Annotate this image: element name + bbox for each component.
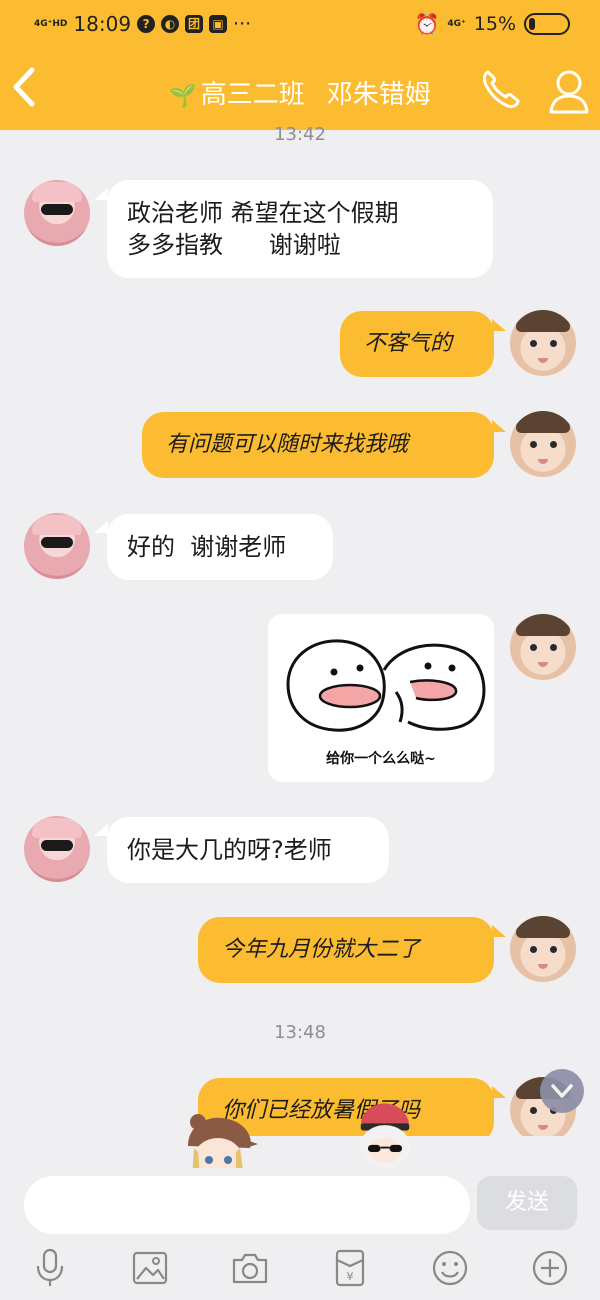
message-timestamp: 13:42 <box>274 124 326 145</box>
network-indicator: 4G⁺HD <box>34 18 68 29</box>
my-avatar[interactable] <box>510 411 576 477</box>
sticker-caption: 给你一个么么哒~ <box>326 751 436 767</box>
message-input[interactable] <box>24 1176 470 1234</box>
my-avatar[interactable] <box>510 614 576 680</box>
my-avatar[interactable] <box>510 916 576 982</box>
bubble-tail <box>94 824 108 836</box>
camera-icon[interactable] <box>228 1246 272 1290</box>
chat-header: 🌱 高三二班 邓朱错姆 <box>0 46 600 130</box>
help-circle-icon: ? <box>137 15 156 33</box>
incoming-message-bubble[interactable]: 政治老师 希望在这个假期 多多指教 谢谢啦 <box>107 180 493 278</box>
bubble-tail <box>94 188 108 200</box>
compass-icon: ◐ <box>161 15 180 33</box>
network-indicator-right: 4G⁺ <box>447 18 466 29</box>
tuan-icon: 团 <box>185 15 204 33</box>
message-clip: 你们已经放暑假了吗 <box>0 1060 600 1136</box>
scroll-to-bottom-button[interactable] <box>540 1069 584 1113</box>
sprout-icon: 🌱 <box>169 84 197 109</box>
bubble-tail <box>492 925 506 937</box>
svg-text:¥: ¥ <box>347 1270 354 1283</box>
status-time: 18:09 <box>73 12 132 36</box>
image-icon[interactable] <box>128 1246 172 1290</box>
status-bar: 4G⁺HD 18:09 ? ◐ 团 ▣ ··· ⏰ 4G⁺ 15% <box>0 0 600 46</box>
red-packet-icon[interactable]: ¥ <box>328 1246 372 1290</box>
teacher-avatar[interactable] <box>24 816 90 882</box>
outgoing-message-bubble[interactable]: 有问题可以随时来找我哦 <box>142 412 494 478</box>
my-avatar[interactable] <box>510 310 576 376</box>
teacher-avatar[interactable] <box>24 513 90 579</box>
microphone-icon[interactable] <box>28 1246 72 1290</box>
battery-percent: 15% <box>473 13 516 35</box>
incoming-message-bubble[interactable]: 你是大几的呀?老师 <box>107 817 389 883</box>
incoming-message-bubble[interactable]: 好的 谢谢老师 <box>107 514 333 580</box>
message-timestamp: 13:48 <box>274 1022 326 1043</box>
alarm-icon: ⏰ <box>414 12 440 36</box>
outgoing-message-bubble[interactable]: 不客气的 <box>340 311 494 377</box>
plus-icon[interactable] <box>528 1246 572 1290</box>
outgoing-message-bubble[interactable]: 今年九月份就大二了 <box>198 917 494 983</box>
game-icon: ▣ <box>209 15 228 33</box>
message-line: 政治老师 希望在这个假期 <box>127 199 399 227</box>
sticker-message[interactable]: 给你一个么么哒~ <box>268 614 494 782</box>
beanie-girl-icon <box>359 1103 411 1169</box>
message-line: 多多指教 谢谢啦 <box>127 231 341 259</box>
battery-icon <box>524 13 570 35</box>
emoji-icon[interactable] <box>428 1246 472 1290</box>
group-name: 高三二班 <box>200 80 305 110</box>
profile-icon[interactable] <box>546 66 592 116</box>
bubble-tail <box>492 420 506 432</box>
bubble-tail <box>492 1086 506 1098</box>
send-button[interactable]: 发送 <box>477 1176 577 1230</box>
bubble-tail <box>492 319 506 331</box>
input-toolbar: ¥ <box>0 1240 600 1300</box>
member-name: 邓朱错姆 <box>326 80 431 110</box>
phone-icon[interactable] <box>478 66 524 112</box>
bubble-tail <box>94 521 108 533</box>
teacher-avatar[interactable] <box>24 180 90 246</box>
more-dots-icon: ··· <box>233 13 252 35</box>
